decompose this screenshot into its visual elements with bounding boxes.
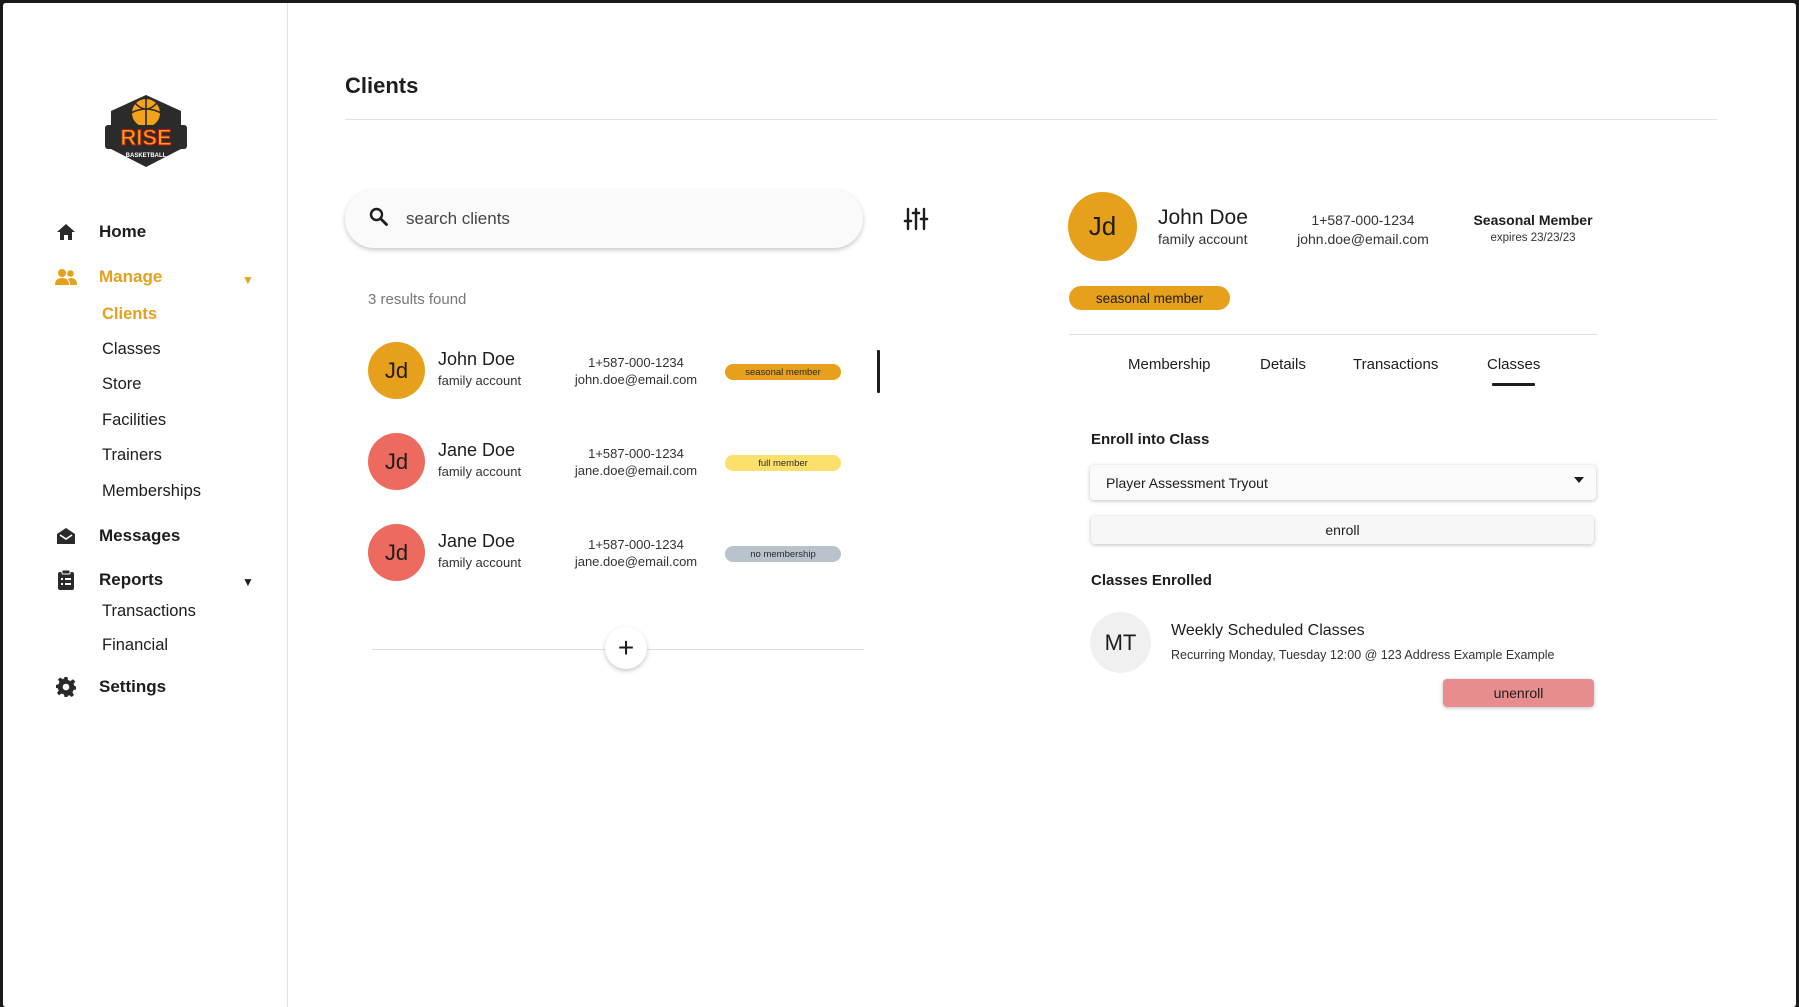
- status-badge: no membership: [725, 546, 841, 562]
- tab-classes[interactable]: Classes: [1487, 356, 1540, 373]
- title-divider: [345, 119, 1717, 120]
- detail-account-type: family account: [1158, 231, 1248, 247]
- nav-manage[interactable]: Manage: [55, 266, 162, 288]
- enroll-section-title: Enroll into Class: [1091, 431, 1210, 448]
- search-icon: [369, 207, 388, 231]
- sidebar-item-facilities[interactable]: Facilities: [102, 411, 166, 430]
- nav-settings-label: Settings: [99, 677, 167, 696]
- reports-caret-icon[interactable]: ▼: [242, 575, 254, 589]
- class-avatar: MT: [1090, 612, 1151, 673]
- people-icon: [55, 266, 77, 288]
- client-row[interactable]: Jd Jane Doe family account 1+587-000-123…: [368, 524, 888, 582]
- nav-reports[interactable]: Reports: [55, 569, 163, 591]
- unenroll-button[interactable]: unenroll: [1443, 679, 1594, 707]
- detail-avatar: Jd: [1068, 192, 1137, 261]
- tab-transactions[interactable]: Transactions: [1353, 356, 1438, 373]
- client-email: jane.doe@email.com: [574, 554, 698, 569]
- tab-details[interactable]: Details: [1260, 356, 1306, 373]
- class-schedule: Recurring Monday, Tuesday 12:00 @ 123 Ad…: [1171, 648, 1555, 662]
- sidebar-item-clients[interactable]: Clients: [102, 305, 157, 324]
- nav-home[interactable]: Home: [55, 221, 146, 243]
- client-phone: 1+587-000-1234: [588, 446, 684, 461]
- search-bar[interactable]: [345, 190, 863, 248]
- clipboard-icon: [55, 569, 77, 591]
- sidebar-item-trainers[interactable]: Trainers: [102, 446, 162, 465]
- sidebar-item-transactions[interactable]: Transactions: [102, 602, 196, 621]
- nav-settings[interactable]: Settings: [55, 676, 166, 698]
- client-avatar: Jd: [368, 433, 425, 490]
- detail-expiry: expires 23/23/23: [1490, 232, 1576, 244]
- client-row[interactable]: Jd John Doe family account 1+587-000-123…: [368, 342, 888, 400]
- client-account-type: family account: [438, 373, 522, 388]
- sidebar-item-memberships[interactable]: Memberships: [102, 482, 201, 501]
- client-avatar: Jd: [368, 524, 425, 581]
- sidebar-item-store[interactable]: Store: [102, 375, 141, 394]
- filter-sliders-icon[interactable]: [903, 206, 929, 232]
- class-title: Weekly Scheduled Classes: [1171, 622, 1365, 639]
- logo-tagline: BASKETBALL: [126, 153, 167, 159]
- nav-manage-label: Manage: [99, 267, 163, 286]
- detail-phone: 1+587-000-1234: [1311, 212, 1415, 228]
- add-client-button[interactable]: +: [605, 627, 647, 669]
- enroll-button[interactable]: enroll: [1091, 516, 1594, 544]
- detail-plan: Seasonal Member: [1473, 212, 1593, 228]
- class-select-value: Player Assessment Tryout: [1106, 474, 1268, 491]
- client-name: John Doe: [438, 349, 516, 369]
- home-icon: [55, 221, 77, 243]
- status-badge: full member: [725, 455, 841, 471]
- client-name: Jane Doe: [438, 531, 516, 551]
- detail-divider: [1069, 334, 1597, 335]
- page-title: Clients: [345, 73, 419, 98]
- client-row[interactable]: Jd Jane Doe family account 1+587-000-123…: [368, 433, 888, 491]
- detail-email: john.doe@email.com: [1297, 231, 1429, 247]
- detail-name: John Doe: [1158, 206, 1248, 229]
- app-window: RISE BASKETBALL Home Manage ▼ Clients Cl…: [3, 3, 1796, 1007]
- client-name: Jane Doe: [438, 440, 516, 460]
- rise-basketball-logo: RISE BASKETBALL: [105, 95, 187, 167]
- client-account-type: family account: [438, 464, 522, 479]
- client-phone: 1+587-000-1234: [588, 537, 684, 552]
- status-badge: seasonal member: [725, 364, 841, 380]
- sidebar: RISE BASKETBALL Home Manage ▼ Clients Cl…: [3, 3, 288, 1007]
- nav-messages-label: Messages: [99, 526, 181, 545]
- client-account-type: family account: [438, 555, 522, 570]
- plus-icon: +: [617, 632, 635, 663]
- nav-messages[interactable]: Messages: [55, 525, 180, 547]
- active-tab-indicator: [1492, 383, 1535, 386]
- nav-home-label: Home: [99, 222, 147, 241]
- sidebar-item-financial[interactable]: Financial: [102, 636, 168, 655]
- nav-reports-label: Reports: [99, 570, 164, 589]
- client-email: jane.doe@email.com: [574, 463, 698, 478]
- client-avatar: Jd: [368, 342, 425, 399]
- chevron-down-icon: [1574, 477, 1584, 483]
- search-input[interactable]: [406, 209, 826, 229]
- mail-icon: [55, 525, 77, 547]
- gear-icon: [55, 676, 77, 698]
- selected-row-indicator: [877, 350, 880, 393]
- manage-caret-icon[interactable]: ▼: [242, 273, 254, 287]
- logo-wordmark: RISE: [120, 125, 171, 150]
- enrolled-section-title: Classes Enrolled: [1091, 572, 1212, 589]
- results-count: 3 results found: [368, 291, 467, 308]
- sidebar-item-classes[interactable]: Classes: [102, 340, 161, 359]
- client-phone: 1+587-000-1234: [588, 355, 684, 370]
- client-email: john.doe@email.com: [574, 372, 698, 387]
- tab-membership[interactable]: Membership: [1128, 356, 1211, 373]
- detail-status-badge: seasonal member: [1069, 286, 1230, 310]
- class-select[interactable]: Player Assessment Tryout: [1090, 465, 1596, 500]
